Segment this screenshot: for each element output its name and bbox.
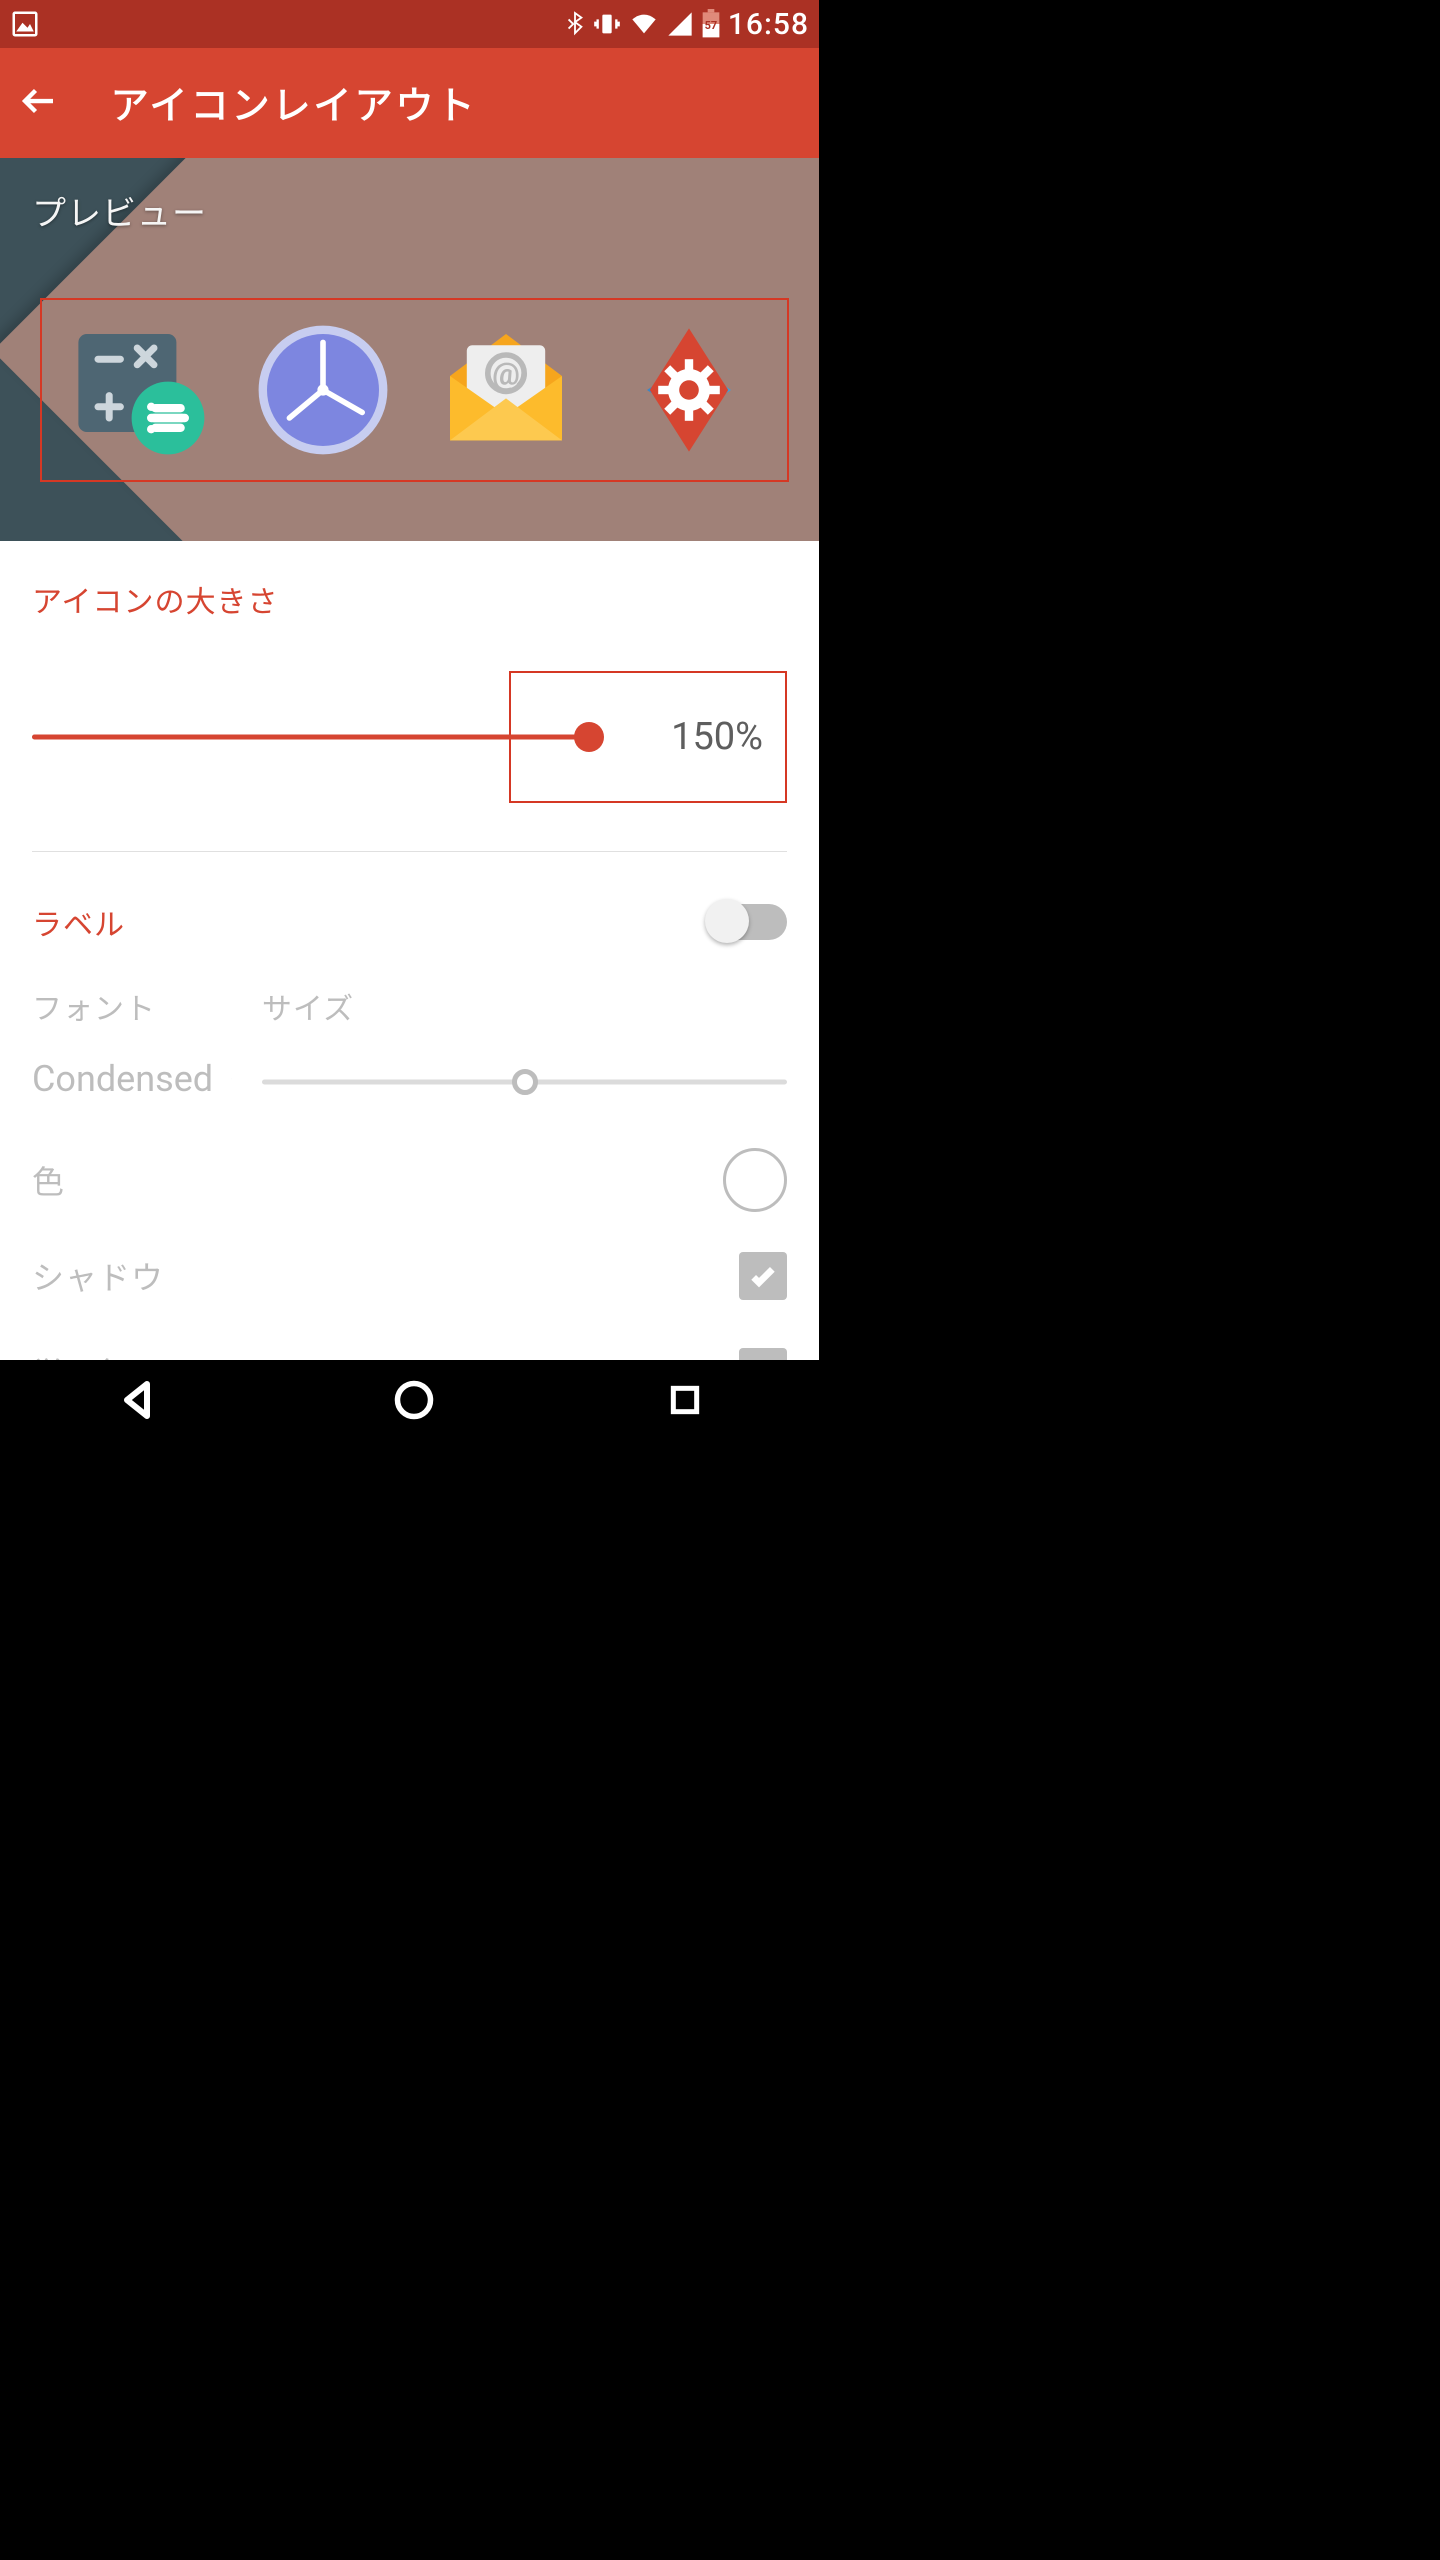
- icon-size-value: 150%: [671, 715, 763, 759]
- app-bar: アイコンレイアウト: [0, 48, 819, 158]
- color-label: 色: [32, 1157, 65, 1203]
- font-heading: フォント: [32, 984, 232, 1028]
- cell-signal-icon: [666, 10, 694, 38]
- icon-size-title: アイコンの大きさ: [32, 577, 787, 621]
- chevron-down-icon: [231, 1067, 232, 1091]
- icon-size-slider[interactable]: [32, 717, 589, 757]
- preview-label: プレビュー: [32, 186, 207, 235]
- status-bar: 57 16:58: [0, 0, 819, 48]
- nova-settings-icon: [619, 320, 759, 460]
- shadow-label: シャドウ: [32, 1253, 164, 1299]
- preview-panel: プレビュー: [0, 158, 819, 541]
- size-heading: サイズ: [262, 984, 787, 1028]
- font-dropdown[interactable]: Condensed: [32, 1058, 232, 1100]
- label-size-slider[interactable]: [262, 1062, 787, 1102]
- page-title: アイコンレイアウト: [110, 75, 477, 131]
- wifi-icon: [628, 10, 660, 38]
- nav-home-button[interactable]: [392, 1378, 436, 1422]
- vibrate-icon: [592, 10, 622, 38]
- shadow-checkbox[interactable]: [739, 1252, 787, 1300]
- clock-text: 16:58: [728, 7, 809, 42]
- font-value: Condensed: [32, 1058, 213, 1100]
- bluetooth-icon: [564, 10, 586, 38]
- nav-recent-button[interactable]: [665, 1380, 705, 1420]
- picture-icon: [10, 9, 40, 39]
- clock-icon: [253, 320, 393, 460]
- check-icon: [747, 1260, 779, 1292]
- label-color-picker[interactable]: [723, 1148, 787, 1212]
- section-divider: [32, 851, 787, 852]
- email-icon: @: [436, 320, 576, 460]
- battery-icon: 57: [700, 9, 722, 39]
- svg-text:@: @: [492, 355, 520, 392]
- nav-back-button[interactable]: [115, 1376, 163, 1424]
- calculator-icon: [70, 320, 210, 460]
- preview-icon-row: @: [40, 298, 789, 482]
- back-button[interactable]: [18, 80, 60, 126]
- label-section-title: ラベル: [32, 900, 125, 944]
- android-nav-bar: [0, 1360, 819, 1440]
- label-toggle[interactable]: [707, 904, 787, 940]
